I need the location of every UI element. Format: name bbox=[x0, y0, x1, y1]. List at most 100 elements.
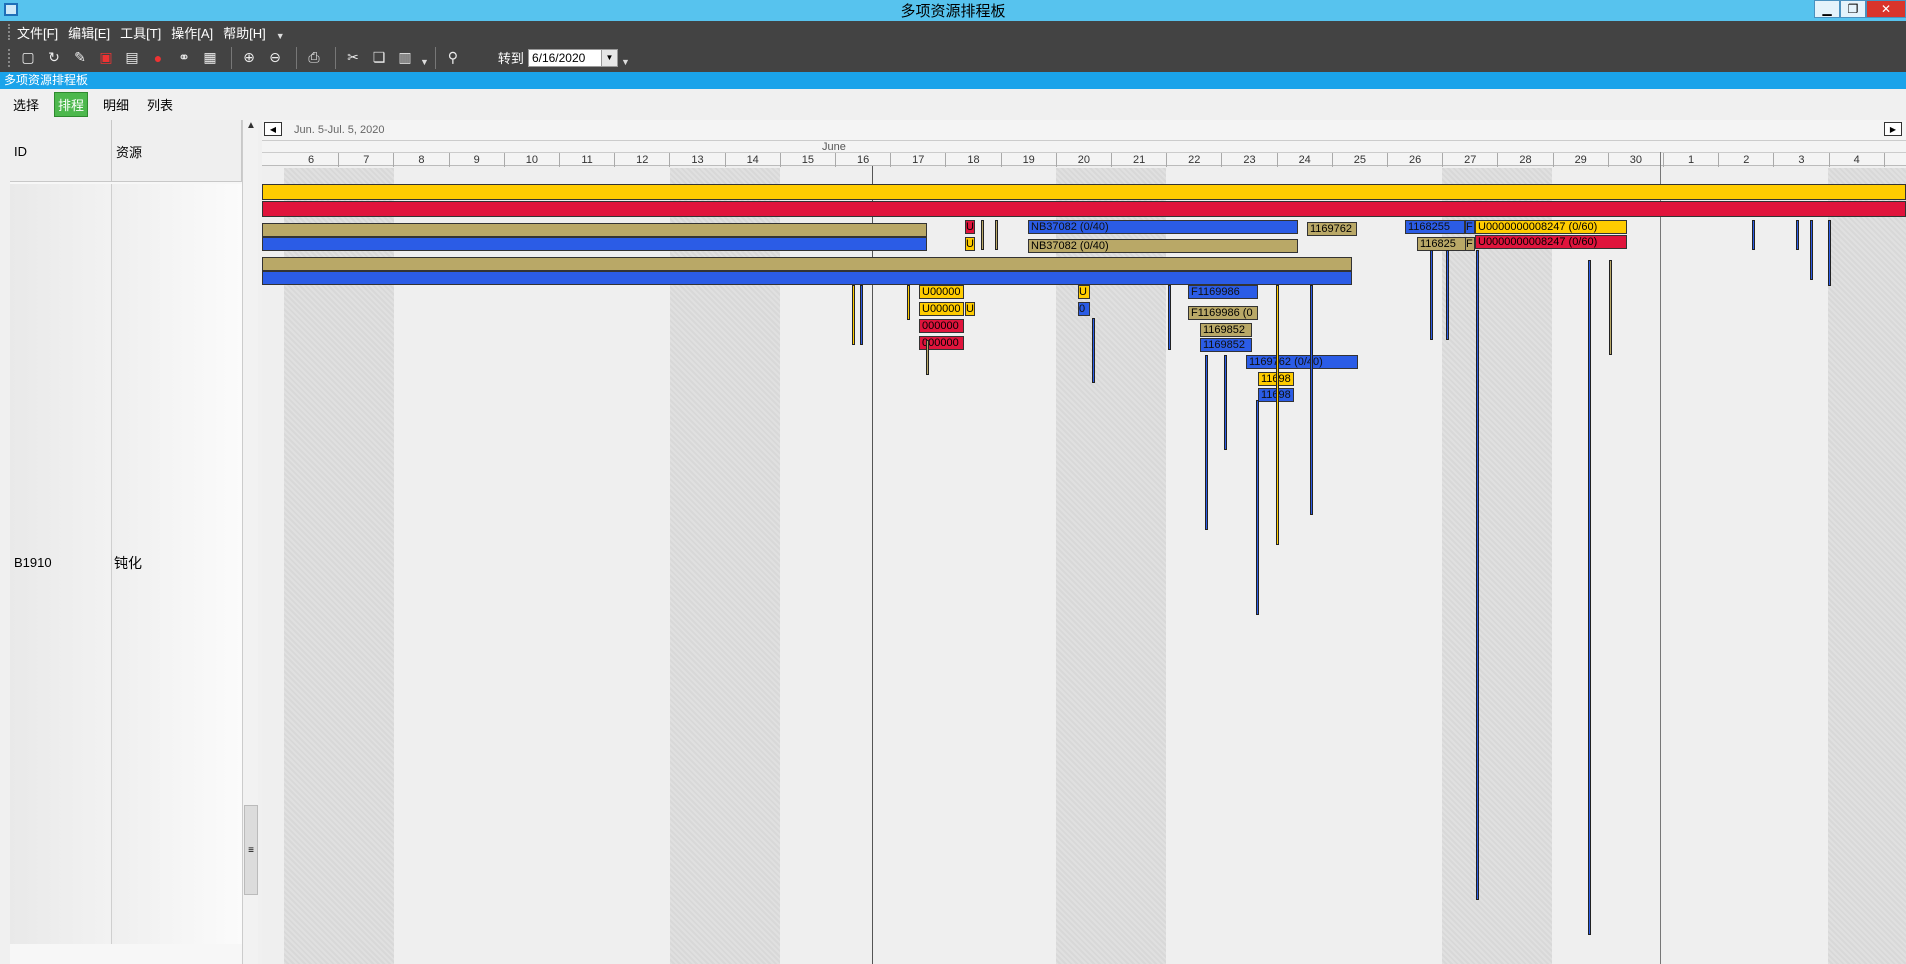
schedule-tick[interactable] bbox=[1256, 400, 1259, 615]
schedule-bar[interactable]: F1169986 bbox=[1188, 285, 1258, 299]
schedule-tick[interactable] bbox=[1609, 260, 1612, 355]
chevron-down-icon[interactable]: ▼ bbox=[600, 49, 617, 66]
tab-schedule[interactable]: 排程 bbox=[54, 91, 89, 117]
minimize-button[interactable]: ▁ bbox=[1814, 0, 1840, 18]
record-icon[interactable]: ● bbox=[147, 47, 169, 69]
schedule-bar[interactable] bbox=[262, 257, 1352, 271]
menu-actions[interactable]: 操作[A] bbox=[171, 23, 213, 42]
link-icon[interactable]: ⚭ bbox=[173, 47, 195, 69]
schedule-bar[interactable]: 0 bbox=[1078, 302, 1090, 316]
schedule-tick[interactable] bbox=[1430, 250, 1433, 340]
schedule-bar[interactable]: 000000 bbox=[919, 319, 964, 333]
clear-icon[interactable]: ✎ bbox=[69, 47, 91, 69]
schedule-tick[interactable] bbox=[1588, 260, 1591, 935]
schedule-tick[interactable] bbox=[1796, 220, 1799, 250]
menu-overflow-icon[interactable]: ▼ bbox=[276, 31, 285, 41]
schedule-bar[interactable]: U0000000008247 (0/60) bbox=[1475, 220, 1627, 234]
schedule-tick[interactable] bbox=[1276, 285, 1279, 545]
schedule-tick[interactable] bbox=[1476, 250, 1479, 900]
schedule-bar[interactable]: 1169762 (0/40) bbox=[1246, 355, 1358, 369]
menu-help[interactable]: 帮助[H] bbox=[223, 23, 266, 42]
schedule-tick[interactable] bbox=[1828, 220, 1831, 286]
schedule-bar[interactable]: F bbox=[1465, 237, 1475, 251]
tab-detail[interactable]: 明细 bbox=[100, 93, 132, 116]
schedule-tick[interactable] bbox=[1205, 355, 1208, 530]
cell-resource-id[interactable]: B1910 bbox=[14, 555, 52, 570]
schedule-tick[interactable] bbox=[1446, 250, 1449, 340]
schedule-bar[interactable] bbox=[262, 237, 927, 251]
binoculars-icon[interactable]: ⚲ bbox=[442, 47, 464, 69]
tab-list[interactable]: 列表 bbox=[144, 93, 176, 116]
toolbar-overflow-icon[interactable]: ▼ bbox=[621, 57, 630, 67]
calendar-icon[interactable]: ▦ bbox=[199, 47, 221, 69]
column-header-resource[interactable]: 资源 bbox=[112, 120, 242, 182]
schedule-tick[interactable] bbox=[1752, 220, 1755, 250]
toolbar-grip-icon bbox=[8, 48, 11, 67]
schedule-bar[interactable]: U bbox=[965, 302, 975, 316]
save-icon[interactable]: ▣ bbox=[95, 47, 117, 69]
schedule-tick[interactable] bbox=[1310, 285, 1313, 515]
schedule-bar[interactable]: 116825 bbox=[1417, 237, 1467, 251]
schedule-bar[interactable]: 1169852 bbox=[1200, 323, 1252, 337]
goto-date-picker[interactable]: ▼ bbox=[527, 48, 618, 67]
copy-icon[interactable]: ❏ bbox=[368, 47, 390, 69]
column-header-id[interactable]: ID bbox=[10, 120, 112, 182]
schedule-bar[interactable]: 1168255 bbox=[1405, 220, 1465, 234]
zoom-out-icon[interactable]: ⊖ bbox=[264, 47, 286, 69]
scroll-up-icon[interactable]: ▲ bbox=[243, 120, 259, 136]
schedule-bar[interactable]: U00000 bbox=[919, 285, 964, 299]
schedule-bar[interactable]: F1169986 (0 bbox=[1188, 306, 1258, 320]
zoom-in-icon[interactable]: ⊕ bbox=[238, 47, 260, 69]
schedule-bar[interactable]: U bbox=[965, 220, 975, 234]
new-icon[interactable]: ▢ bbox=[17, 47, 39, 69]
schedule-bar[interactable]: U bbox=[1078, 285, 1090, 299]
paste-icon[interactable]: ▥ bbox=[394, 47, 416, 69]
schedule-bar[interactable]: F bbox=[1465, 220, 1475, 234]
schedule-tick[interactable] bbox=[995, 220, 998, 250]
schedule-tick[interactable] bbox=[1224, 355, 1227, 450]
schedule-tick[interactable] bbox=[907, 285, 910, 320]
day-header: 24 bbox=[1278, 153, 1333, 167]
schedule-tick[interactable] bbox=[981, 220, 984, 250]
schedule-bar[interactable] bbox=[262, 271, 1352, 285]
prev-range-button[interactable]: ◀ bbox=[264, 122, 282, 136]
schedule-bar[interactable] bbox=[262, 223, 927, 237]
schedule-bar[interactable]: 1169762 bbox=[1307, 222, 1357, 236]
schedule-bar[interactable]: U bbox=[965, 237, 975, 251]
day-header: 11 bbox=[560, 153, 616, 167]
schedule-bar[interactable]: NB37082 (0/40) bbox=[1028, 220, 1298, 234]
next-range-button[interactable]: ▶ bbox=[1884, 122, 1902, 136]
refresh-icon[interactable]: ↻ bbox=[43, 47, 65, 69]
schedule-tick[interactable] bbox=[1092, 318, 1095, 383]
toolbar-separator bbox=[335, 46, 336, 69]
menu-tools[interactable]: 工具[T] bbox=[120, 23, 161, 42]
resource-grid: ID 资源 B1910 钝化 bbox=[10, 120, 242, 964]
schedule-bar[interactable]: 1169852 bbox=[1200, 338, 1252, 352]
schedule-tick[interactable] bbox=[926, 340, 929, 375]
app-icon bbox=[4, 3, 18, 16]
schedule-bar[interactable] bbox=[262, 201, 1906, 217]
cell-resource-name[interactable]: 钝化 bbox=[114, 553, 142, 573]
schedule-bar[interactable] bbox=[262, 184, 1906, 200]
menu-edit[interactable]: 编辑[E] bbox=[68, 23, 110, 42]
day-header: 7 bbox=[339, 153, 395, 167]
schedule-bar[interactable]: U00000 bbox=[919, 302, 964, 316]
goto-date-input[interactable] bbox=[528, 49, 601, 66]
toolbar-overflow-icon[interactable]: ▼ bbox=[420, 57, 429, 67]
scrollbar-thumb[interactable]: ≡ bbox=[244, 805, 258, 895]
schedule-bar[interactable]: U0000000008247 (0/60) bbox=[1475, 235, 1627, 249]
restore-button[interactable]: ❐ bbox=[1840, 0, 1866, 18]
schedule-tick[interactable] bbox=[860, 285, 863, 345]
day-header: 25 bbox=[1333, 153, 1388, 167]
cut-icon[interactable]: ✂ bbox=[342, 47, 364, 69]
schedule-tick[interactable] bbox=[852, 285, 855, 345]
schedule-tick[interactable] bbox=[1810, 220, 1813, 280]
clipboard-icon[interactable]: ▤ bbox=[121, 47, 143, 69]
close-button[interactable]: ✕ bbox=[1866, 0, 1906, 18]
schedule-bar[interactable]: NB37082 (0/40) bbox=[1028, 239, 1298, 253]
vertical-scrollbar[interactable]: ▲ ≡ bbox=[242, 120, 258, 964]
print-icon[interactable]: ⎙ bbox=[303, 47, 325, 69]
schedule-tick[interactable] bbox=[1168, 285, 1171, 350]
menu-file[interactable]: 文件[F] bbox=[17, 23, 58, 42]
tab-select[interactable]: 选择 bbox=[10, 93, 42, 116]
